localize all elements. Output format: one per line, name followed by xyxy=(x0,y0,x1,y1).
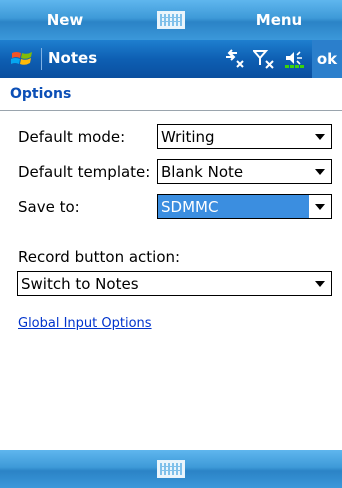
global-input-options-link[interactable]: Global Input Options xyxy=(18,316,152,331)
title-bar: Notes ok xyxy=(0,40,342,78)
default-template-value: Blank Note xyxy=(161,162,244,181)
chevron-down-icon[interactable] xyxy=(309,169,331,175)
windows-start-icon[interactable] xyxy=(10,49,34,69)
save-to-value: SDMMC xyxy=(158,195,309,218)
top-softkey-bar: New Menu xyxy=(0,0,342,40)
chevron-down-icon[interactable] xyxy=(309,134,331,140)
save-to-dropdown[interactable]: SDMMC xyxy=(157,194,332,219)
status-icons xyxy=(223,49,307,69)
keyboard-icon[interactable] xyxy=(157,460,185,478)
title-separator xyxy=(41,48,42,70)
save-to-label: Save to: xyxy=(18,198,80,216)
volume-icon[interactable] xyxy=(283,49,307,69)
page-title: Options xyxy=(10,86,72,102)
menu-softkey[interactable]: Menu xyxy=(234,0,324,40)
app-title: Notes xyxy=(48,49,98,67)
record-button-action-value: Switch to Notes xyxy=(21,274,139,293)
record-button-action-dropdown[interactable]: Switch to Notes xyxy=(17,271,332,296)
signal-off-icon[interactable] xyxy=(253,49,275,69)
header-divider xyxy=(0,110,342,111)
ok-button[interactable]: ok xyxy=(312,40,342,78)
keyboard-icon[interactable] xyxy=(157,11,185,29)
chevron-down-icon[interactable] xyxy=(309,281,331,287)
new-softkey[interactable]: New xyxy=(20,0,110,40)
record-button-action-label: Record button action: xyxy=(18,248,181,266)
default-mode-label: Default mode: xyxy=(18,128,126,146)
default-template-label: Default template: xyxy=(18,163,151,181)
bottom-softkey-bar xyxy=(0,450,342,488)
chevron-down-icon[interactable] xyxy=(309,204,331,210)
connectivity-icon[interactable] xyxy=(223,49,245,69)
default-mode-value: Writing xyxy=(161,127,215,146)
default-template-dropdown[interactable]: Blank Note xyxy=(157,159,332,184)
default-mode-dropdown[interactable]: Writing xyxy=(157,124,332,149)
